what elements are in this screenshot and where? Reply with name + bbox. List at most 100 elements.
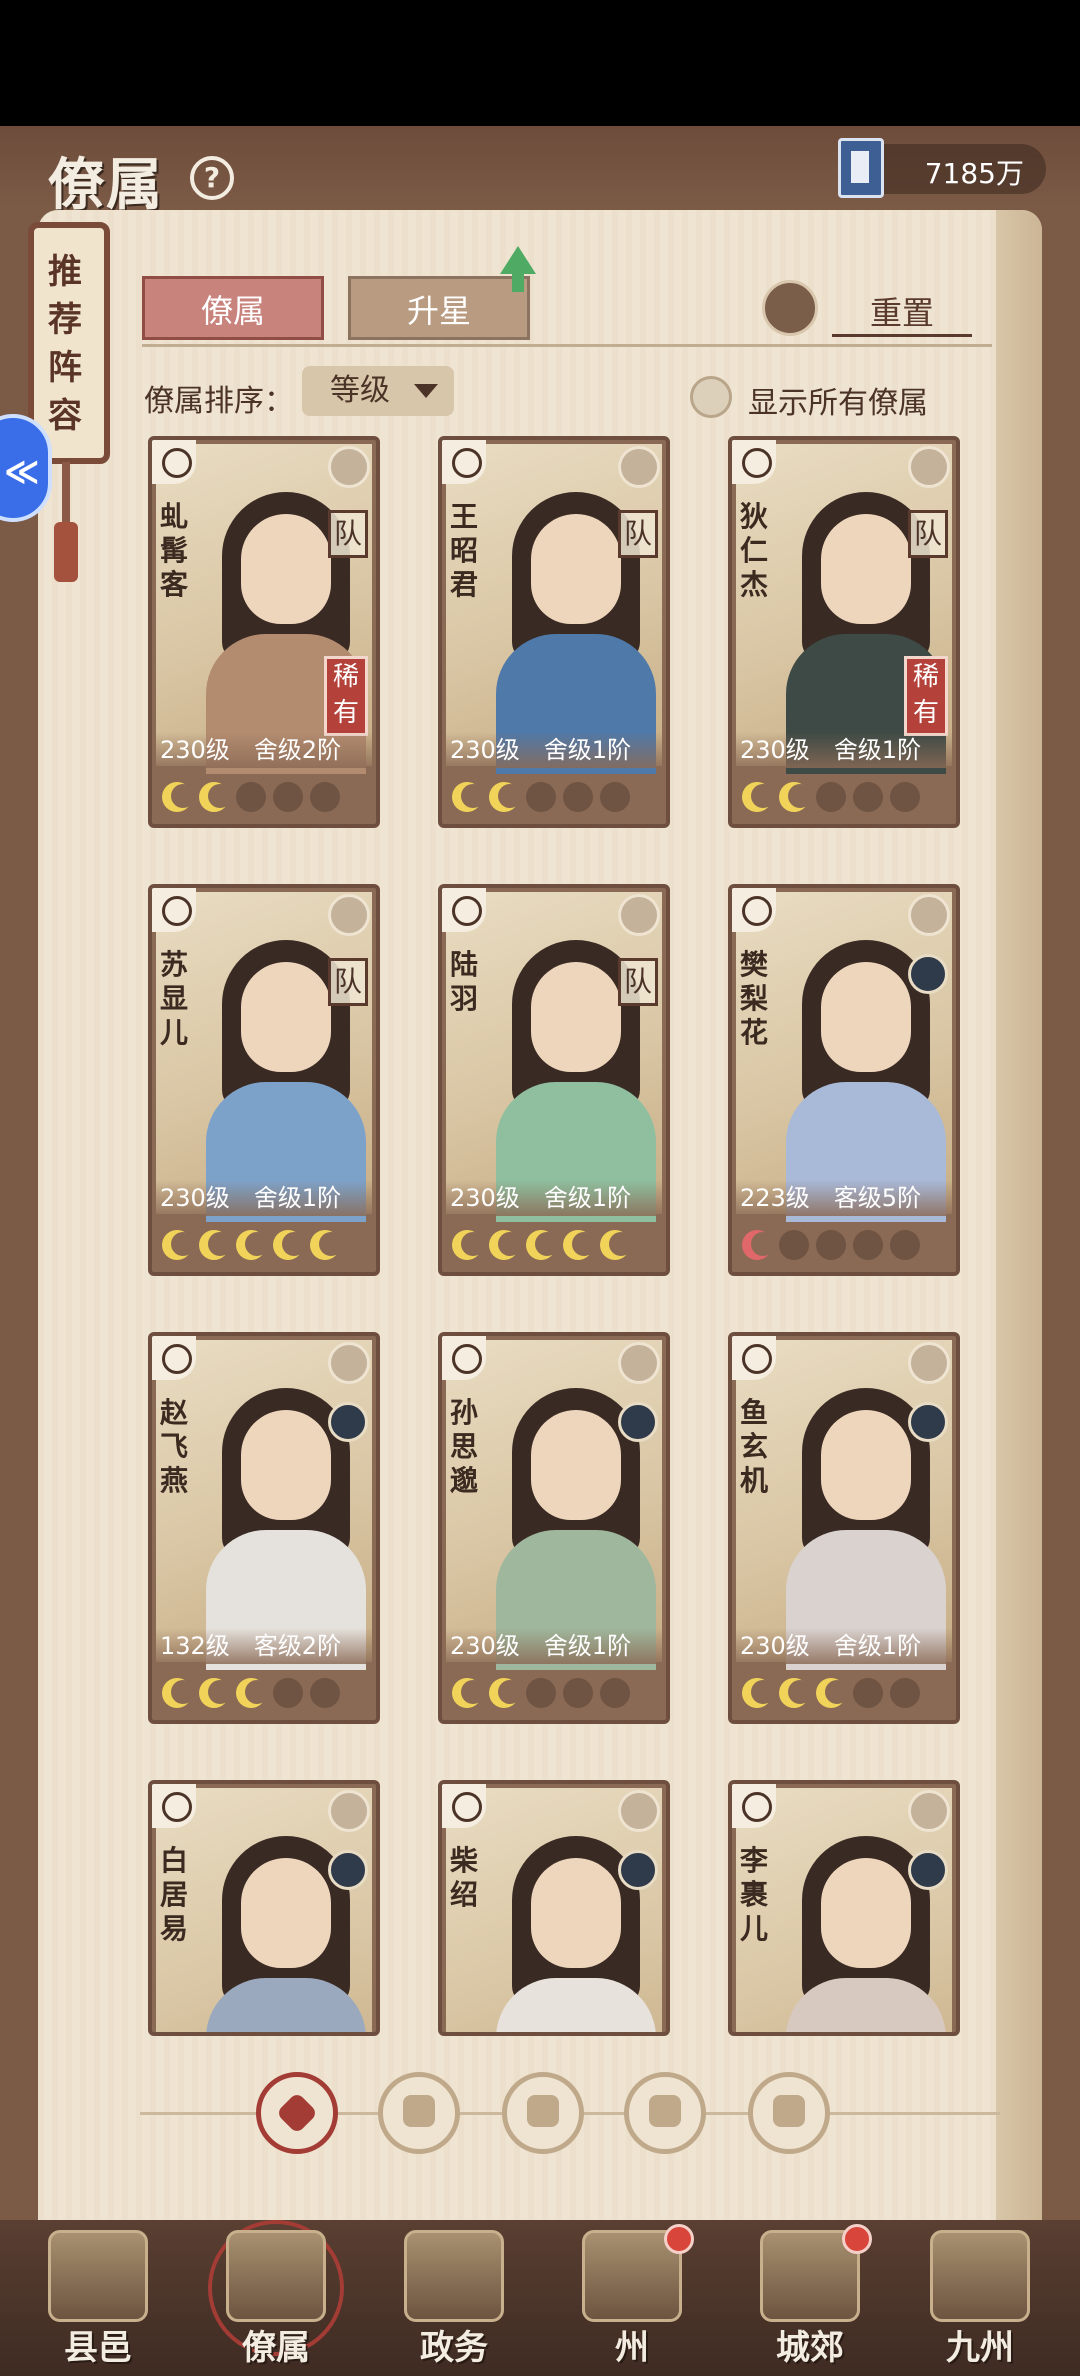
retainer-level: 230级: [740, 736, 810, 764]
tab-retainers[interactable]: 僚属: [142, 276, 324, 340]
show-all-label: 显示所有僚属: [748, 386, 928, 421]
nav-label: 僚属: [242, 2328, 310, 2368]
page-title: 僚属: [48, 152, 164, 218]
floating-assistant-button[interactable]: ≪: [0, 414, 52, 522]
moon-star-icon: [853, 1678, 883, 1708]
retainer-portrait: [156, 1340, 372, 1670]
retainer-card[interactable]: 王昭君 队 230级 舍级1阶: [438, 436, 670, 828]
nav-item-0[interactable]: 县邑: [18, 2220, 178, 2376]
faction-icon: [732, 1336, 776, 1380]
retainer-name: 李裹儿: [740, 1844, 769, 1945]
retainer-card[interactable]: 白居易: [148, 1780, 380, 2036]
retainer-portrait: [446, 1340, 662, 1670]
nav-item-1[interactable]: 僚属: [196, 2220, 356, 2376]
nav-item-5[interactable]: 九州: [900, 2220, 1060, 2376]
retainer-level: 230级: [740, 1632, 810, 1660]
retainer-card[interactable]: 虬髯客队稀有 230级 舍级2阶: [148, 436, 380, 828]
moon-star-icon: [563, 1230, 596, 1260]
class-icon: [328, 894, 370, 936]
filter-all-icon[interactable]: [256, 2072, 338, 2154]
level-line: 230级 舍级1阶: [446, 732, 666, 768]
filter-beast-icon[interactable]: [748, 2072, 830, 2154]
retainer-level: 230级: [160, 1184, 230, 1212]
retainer-name: 赵飞燕: [160, 1396, 189, 1497]
portrait-face: [241, 1410, 331, 1520]
moon-star-icon: [199, 1678, 232, 1708]
retainer-level: 132级: [160, 1632, 230, 1660]
currency-display[interactable]: 7185万: [838, 138, 1046, 198]
moon-star-icon: [600, 1230, 633, 1260]
bottom-nav: 县邑 僚属 政务 州 城郊 九州: [0, 2220, 1080, 2376]
show-all-radio[interactable]: [690, 376, 732, 418]
class-icon: [908, 1790, 950, 1832]
portrait-face: [531, 1858, 621, 1968]
retainer-name: 鱼玄机: [740, 1396, 769, 1497]
portrait-face: [821, 514, 911, 624]
moon-star-icon: [273, 1230, 306, 1260]
team-badge: 队: [328, 958, 368, 1006]
class-icon: [618, 1342, 660, 1384]
retainer-card[interactable]: 赵飞燕 132级 客级2阶: [148, 1332, 380, 1724]
moon-star-icon: [742, 782, 775, 812]
filter-fan-icon[interactable]: [624, 2072, 706, 2154]
portrait-face: [241, 514, 331, 624]
moon-star-icon: [162, 782, 195, 812]
nav-item-2[interactable]: 政务: [374, 2220, 534, 2376]
class-icon: [908, 446, 950, 488]
portrait-face: [531, 1410, 621, 1520]
sort-selected: 等级: [330, 373, 390, 408]
upgrade-arrow-icon: [500, 246, 536, 292]
retainer-portrait: [156, 892, 372, 1222]
notification-dot: [664, 2224, 694, 2254]
level-line: 230级 舍级1阶: [446, 1628, 666, 1664]
nav-label: 九州: [946, 2328, 1014, 2368]
moon-star-icon: [816, 1678, 849, 1708]
portrait-face: [821, 1410, 911, 1520]
retainer-card[interactable]: 陆羽 队 230级 舍级1阶: [438, 884, 670, 1276]
star-row: [162, 782, 347, 816]
moon-star-icon: [890, 1230, 920, 1260]
tassel-decoration: [54, 462, 78, 582]
tab-star-up[interactable]: 升星: [348, 276, 530, 340]
reset-button[interactable]: 重置: [762, 276, 972, 340]
moon-star-icon: [779, 1230, 809, 1260]
sort-dropdown[interactable]: 等级: [302, 366, 454, 416]
retainer-rank: 客级2阶: [253, 1632, 342, 1660]
retainer-card[interactable]: 樊梨花 223级 客级5阶: [728, 884, 960, 1276]
retainer-card[interactable]: 孙思邈 230级 舍级1阶: [438, 1332, 670, 1724]
star-row: [452, 782, 637, 816]
companion-avatar-icon: [618, 1850, 658, 1890]
retainer-card[interactable]: 李裹儿: [728, 1780, 960, 2036]
moon-star-icon: [236, 782, 266, 812]
moon-star-icon: [742, 1230, 775, 1260]
team-badge: 队: [328, 510, 368, 558]
filter-academic-icon[interactable]: [378, 2072, 460, 2154]
rare-badge: 稀有: [324, 656, 368, 736]
retainer-card[interactable]: 狄仁杰队稀有 230级 舍级1阶: [728, 436, 960, 828]
moon-star-icon: [779, 1678, 812, 1708]
page-spine: [996, 210, 1042, 2350]
class-icon: [328, 1790, 370, 1832]
faction-icon: [152, 1784, 196, 1828]
retainer-name: 孙思邈: [450, 1396, 479, 1497]
nav-item-4[interactable]: 城郊: [730, 2220, 890, 2376]
sort-label: 僚属排序：: [144, 384, 294, 419]
book-currency-icon: [838, 138, 884, 198]
recommended-lineup-label: 推荐阵容: [48, 252, 82, 436]
nav-item-3[interactable]: 州: [552, 2220, 712, 2376]
faction-icon: [732, 440, 776, 484]
moon-star-icon: [162, 1230, 195, 1260]
portrait-face: [531, 962, 621, 1072]
retainer-card[interactable]: 鱼玄机 230级 舍级1阶: [728, 1332, 960, 1724]
retainer-card[interactable]: 柴绍: [438, 1780, 670, 2036]
retainer-name: 陆羽: [450, 948, 479, 1015]
star-row: [742, 782, 927, 816]
retainer-level: 230级: [450, 736, 520, 764]
portrait-figure: [786, 1818, 946, 2032]
moon-star-icon: [742, 1678, 775, 1708]
filter-gourd-icon[interactable]: [502, 2072, 584, 2154]
retainer-level: 223级: [740, 1184, 810, 1212]
help-icon[interactable]: ?: [190, 156, 234, 200]
retainer-card[interactable]: 苏显儿 队 230级 舍级1阶: [148, 884, 380, 1276]
nav-label: 政务: [420, 2328, 488, 2368]
